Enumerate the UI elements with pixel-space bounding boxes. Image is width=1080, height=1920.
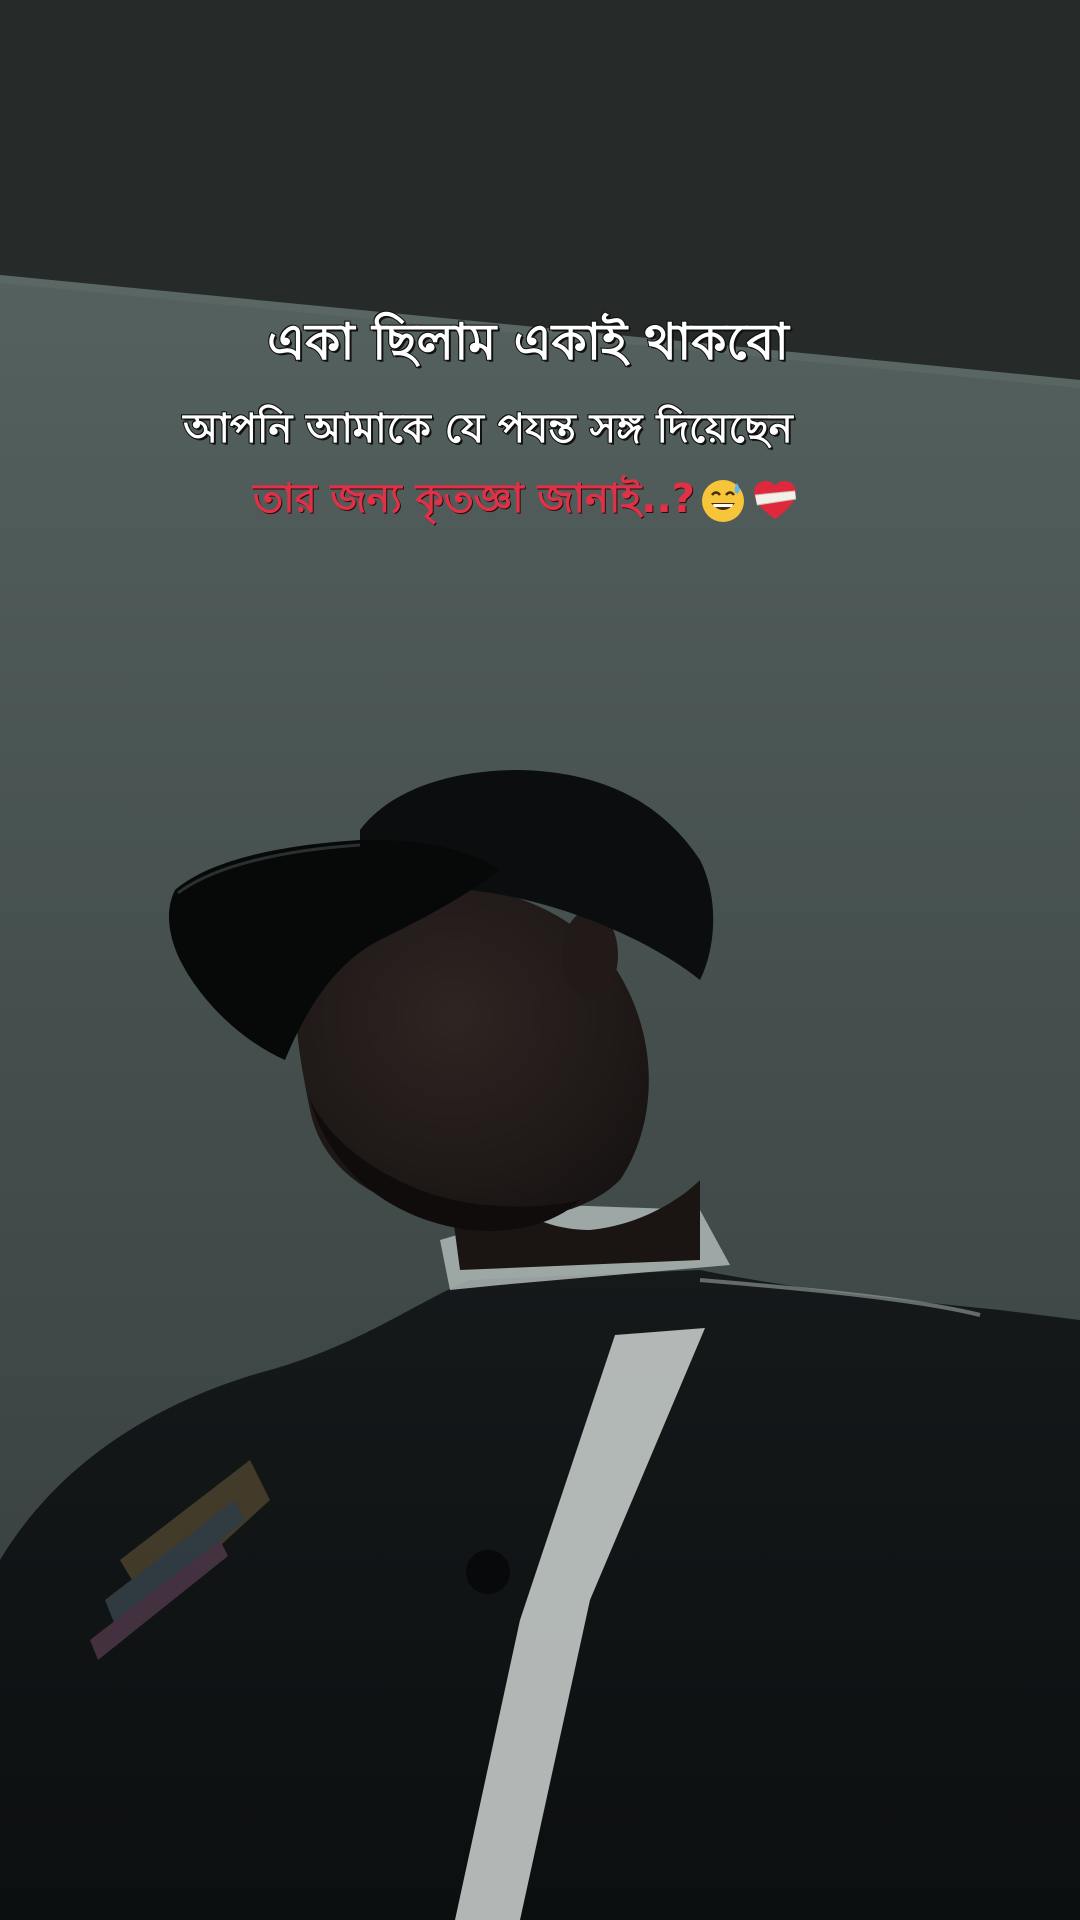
caption-line-2: আপনি আমাকে যে পযন্ত সঙ্গ দিয়েছেন [182, 405, 794, 453]
background-photo [0, 0, 1080, 1920]
caption-line-3: তার জন্য কৃতজ্ঞা জানাই..? [0, 467, 1066, 534]
caption-line-1: একা ছিলাম একাই থাকবো [266, 312, 790, 372]
bandaged-heart-emoji-icon [753, 481, 796, 519]
grinning-sweat-emoji-icon [701, 480, 744, 522]
caption-line-3-text: তার জন্য কৃতজ্ঞা জানাই..? [253, 476, 695, 522]
video-frame: একা ছিলাম একাই থাকবো আপনি আমাকে যে পযন্ত… [0, 0, 1080, 1920]
